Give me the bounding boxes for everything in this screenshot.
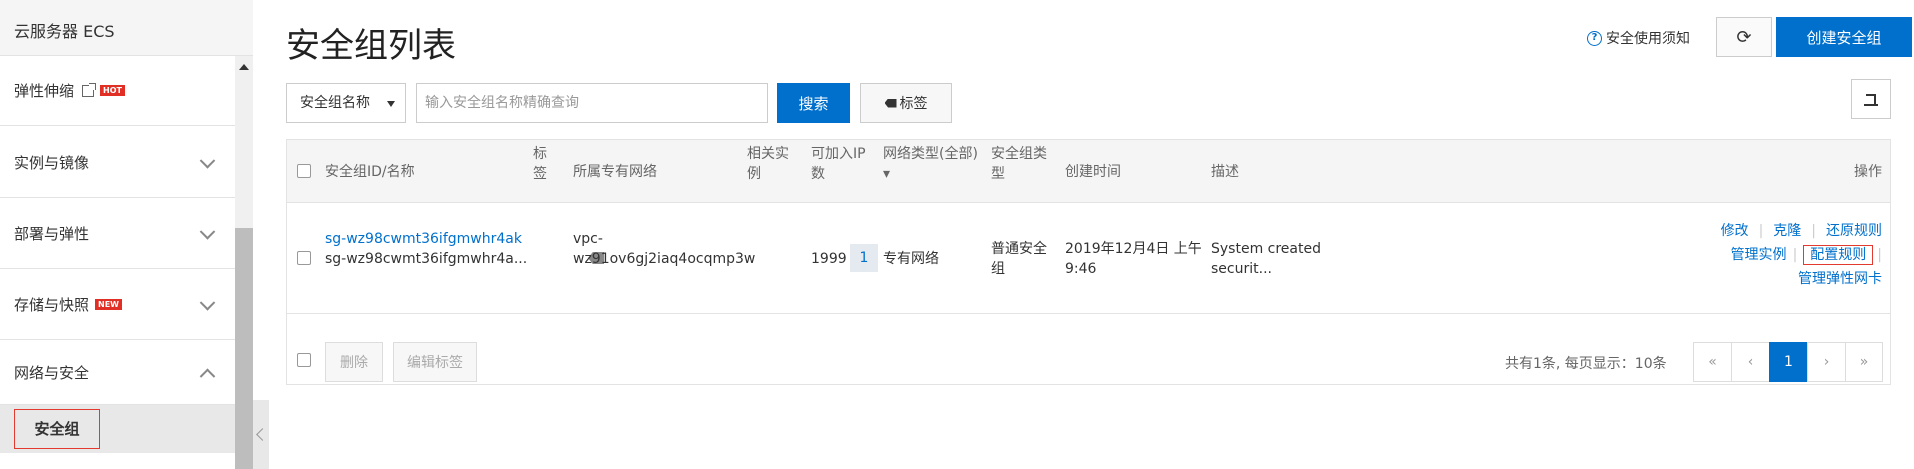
chevron-down-icon <box>199 294 216 311</box>
sidebar-title: 云服务器 ECS <box>0 0 253 56</box>
filter-field-select[interactable]: 安全组名称 <box>286 83 406 123</box>
chevron-up-icon <box>199 368 216 384</box>
filter-select-value: 安全组名称 <box>300 95 370 111</box>
sidebar-scrollbar[interactable] <box>235 56 253 469</box>
pagination-info: 共有1条, 每页显示：10条 <box>1505 356 1667 372</box>
clone-link[interactable]: 克隆 <box>1773 223 1801 239</box>
question-icon: ? <box>1587 30 1602 46</box>
manage-eni-link[interactable]: 管理弹性网卡 <box>1798 271 1882 287</box>
export-button[interactable] <box>1851 79 1891 119</box>
row-actions: 修改 | 克隆 | 还原规则 管理实例 | 配置规则 | 管理弹性网卡 <box>1720 223 1882 287</box>
last-page-button[interactable]: » <box>1845 342 1883 382</box>
search-input[interactable] <box>416 83 768 123</box>
sidebar-collapse-handle[interactable] <box>253 400 269 469</box>
caret-down-icon <box>387 101 395 107</box>
configure-rules-link[interactable]: 配置规则 <box>1803 245 1874 265</box>
chevron-down-icon <box>199 223 216 240</box>
table-header: 安全组ID/名称 标签 所属专有网络 相关实例 可加入IP 数 网络类型(全部) ▾… <box>287 140 1890 203</box>
sidebar-item-label: 部署与弹性 <box>14 225 90 243</box>
column-header-ip-count: 可加入IP 数 <box>811 146 866 182</box>
hot-badge: HOT <box>100 85 125 96</box>
page-title: 安全组列表 <box>286 26 456 66</box>
sidebar-item-label: 实例与镜像 <box>14 154 90 172</box>
column-header-vpc: 所属专有网络 <box>573 164 657 180</box>
tag-filter-button[interactable]: 标签 <box>860 83 952 123</box>
refresh-button[interactable]: ⟳ <box>1716 17 1772 57</box>
delete-button[interactable]: 删除 <box>325 342 383 382</box>
restore-rules-link[interactable]: 还原规则 <box>1826 223 1882 239</box>
footer-select-all-checkbox[interactable] <box>297 353 311 367</box>
sidebar-item-instances-images[interactable]: 实例与镜像 <box>0 128 235 198</box>
table-row: sg-wz98cwmt36ifgmwhr4ak sg-wz98cwmt36ifg… <box>287 203 1890 314</box>
column-header-actions: 操作 <box>1854 164 1882 180</box>
column-header-description: 描述 <box>1211 164 1239 180</box>
instances-count-badge[interactable]: 1 <box>850 244 878 272</box>
sidebar-item-label: 存储与快照 <box>14 296 90 314</box>
sidebar: 云服务器 ECS 弹性伸缩 HOT 实例与镜像 部署与弹性 存储与快照 NEW … <box>0 0 253 469</box>
ip-count-cell: 1999 <box>811 251 847 267</box>
security-group-table: 安全组ID/名称 标签 所属专有网络 相关实例 可加入IP 数 网络类型(全部) ▾… <box>286 139 1891 385</box>
column-header-sg-type: 安全组类型 <box>991 146 1047 182</box>
export-icon <box>1864 92 1878 106</box>
column-header-tag: 标签 <box>533 146 547 182</box>
select-all-checkbox[interactable] <box>297 164 311 178</box>
created-time-cell: 2019年12月4日 上午 9:46 <box>1065 241 1202 277</box>
row-checkbox[interactable] <box>297 251 311 265</box>
sidebar-item-label: 网络与安全 <box>14 364 90 382</box>
table-footer: 删除 编辑标签 共有1条, 每页显示：10条 « ‹ 1 › » <box>287 314 1890 386</box>
sidebar-item-deployment-elasticity[interactable]: 部署与弹性 <box>0 199 235 269</box>
next-page-button[interactable]: › <box>1807 342 1845 382</box>
tag-icon <box>884 98 897 108</box>
sidebar-item-storage-snapshots[interactable]: 存储与快照 NEW <box>0 270 235 340</box>
edit-tags-button[interactable]: 编辑标签 <box>393 342 477 382</box>
page-1-button[interactable]: 1 <box>1769 342 1807 382</box>
refresh-icon: ⟳ <box>1736 26 1752 48</box>
first-page-button[interactable]: « <box>1693 342 1731 382</box>
sidebar-item-auto-scaling[interactable]: 弹性伸缩 HOT <box>0 56 235 126</box>
sg-id-name-cell: sg-wz98cwmt36ifgmwhr4ak sg-wz98cwmt36ifg… <box>325 229 527 269</box>
pagination: « ‹ 1 › » <box>1693 342 1883 382</box>
modify-link[interactable]: 修改 <box>1721 223 1749 239</box>
caret-down-icon: ▾ <box>883 166 891 182</box>
manage-instances-link[interactable]: 管理实例 <box>1731 247 1787 263</box>
tag-filter-label: 标签 <box>899 96 928 112</box>
new-badge: NEW <box>95 299 122 310</box>
sg-name: sg-wz98cwmt36ifgmwhr4a... <box>325 251 528 267</box>
security-notice-label: 安全使用须知 <box>1606 31 1690 47</box>
chevron-down-icon <box>199 152 216 169</box>
network-type-cell: 专有网络 <box>883 251 939 267</box>
security-notice-link[interactable]: ? 安全使用须知 <box>1587 28 1690 48</box>
column-header-related-instances: 相关实例 <box>747 146 789 182</box>
sidebar-item-label: 弹性伸缩 <box>14 82 75 100</box>
external-link-icon <box>82 82 97 97</box>
column-header-network-type[interactable]: 网络类型(全部) ▾ <box>883 144 978 184</box>
sidebar-item-network-security[interactable]: 网络与安全 <box>0 341 235 405</box>
create-security-group-button[interactable]: 创建安全组 <box>1776 17 1912 57</box>
sidebar-submenu: 安全组 <box>0 405 235 453</box>
column-header-id-name: 安全组ID/名称 <box>325 164 415 180</box>
scrollbar-thumb[interactable] <box>235 228 253 469</box>
sidebar-item-security-group[interactable]: 安全组 <box>14 409 100 449</box>
description-cell: System created securit... <box>1211 241 1321 277</box>
prev-page-button[interactable]: ‹ <box>1731 342 1769 382</box>
scroll-up-arrow-icon[interactable] <box>239 64 249 70</box>
sg-type-cell: 普通安全 组 <box>991 241 1047 277</box>
vpc-cell: vpc- wz91ov6gj2iaq4ocqmp3w <box>573 231 756 267</box>
search-button[interactable]: 搜索 <box>777 83 850 123</box>
column-header-created: 创建时间 <box>1065 164 1121 180</box>
sg-id-link[interactable]: sg-wz98cwmt36ifgmwhr4ak <box>325 229 527 249</box>
